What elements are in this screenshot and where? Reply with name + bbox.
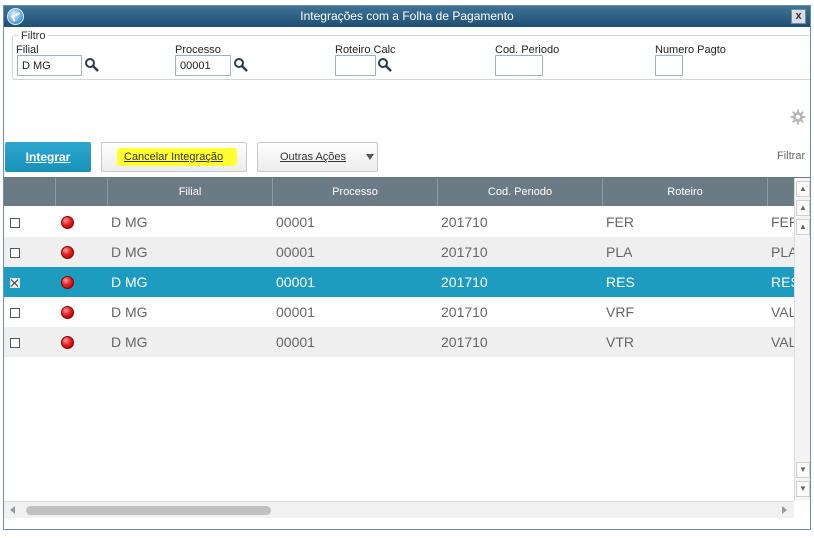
scroll-down-icon[interactable]: ▼ [796,462,810,478]
scroll-top-icon[interactable]: ▲ [796,181,810,197]
cell-roteiro: VRF [606,304,634,320]
header-status-col[interactable] [56,178,108,206]
header-checkbox-col[interactable] [4,178,56,206]
filter-legend: Filtro [18,30,49,42]
cell-processo: 00001 [276,214,315,230]
cell-filial: D MG [111,274,148,290]
gear-icon[interactable] [790,109,806,125]
cell-periodo: 201710 [441,244,488,260]
header-processo[interactable]: Processo [273,178,438,206]
vertical-scrollbar[interactable]: ▲ ▲ ▲ ▼ ▼ [794,178,810,501]
cell-periodo: 201710 [441,304,488,320]
cell-extra: RES [771,274,794,290]
filter-group [12,35,810,80]
table-row-selected[interactable]: D MG 00001 201710 RES RES [4,267,794,297]
filtrar-link[interactable]: Filtrar [777,150,805,162]
cell-extra: PLA [771,244,794,260]
row-checkbox[interactable] [10,248,20,258]
status-red-icon [61,246,74,259]
grid-header: Filial Processo Cod. Periodo Roteiro [4,178,794,206]
cell-filial: D MG [111,304,148,320]
row-checkbox[interactable] [10,218,20,228]
row-checkbox[interactable] [10,308,20,318]
search-icon[interactable] [233,57,249,73]
cell-extra: VAL [771,334,794,350]
scroll-left-icon[interactable] [10,506,15,514]
integrar-button[interactable]: Integrar [5,142,91,172]
cell-filial: D MG [111,244,148,260]
periodo-input[interactable] [495,55,543,76]
status-red-icon [61,336,74,349]
scroll-right-icon[interactable] [782,506,787,514]
window-title: Integrações com a Folha de Pagamento [300,9,514,23]
scroll-up-icon[interactable]: ▲ [796,219,810,235]
cell-processo: 00001 [276,304,315,320]
cell-periodo: 201710 [441,274,488,290]
cancelar-integracao-button[interactable]: Cancelar Integração [101,142,247,172]
table-row[interactable]: D MG 00001 201710 VRF VAL [4,297,794,327]
scroll-page-up-icon[interactable]: ▲ [796,200,810,216]
dialog-window: Integrações com a Folha de Pagamento x F… [3,5,811,530]
cell-processo: 00001 [276,244,315,260]
cell-roteiro: VTR [606,334,634,350]
close-button[interactable]: x [791,9,806,24]
horizontal-scrollbar[interactable] [4,501,794,518]
outras-label: Outras Ações [280,151,347,163]
cell-extra: FER [771,214,794,230]
cell-roteiro: FER [606,214,634,230]
table-row[interactable]: D MG 00001 201710 FER FER [4,207,794,237]
cell-roteiro: PLA [606,244,633,260]
search-icon[interactable] [377,57,393,73]
cell-extra: VAL [771,304,794,320]
cell-processo: 00001 [276,334,315,350]
cell-roteiro: RES [606,274,635,290]
data-grid: Filial Processo Cod. Periodo Roteiro D M… [4,177,810,501]
table-row[interactable]: D MG 00001 201710 VTR VAL [4,327,794,357]
roteiro-input[interactable] [335,55,376,76]
status-red-icon [61,306,74,319]
cell-processo: 00001 [276,274,315,290]
outras-acoes-button[interactable]: Outras Ações [257,142,378,172]
header-extra-col[interactable] [768,178,794,206]
row-checkbox-checked[interactable] [10,278,20,288]
status-red-icon [61,276,74,289]
cancelar-label: Cancelar Integração [124,151,224,163]
cell-periodo: 201710 [441,214,488,230]
header-filial[interactable]: Filial [108,178,273,206]
header-cod-periodo[interactable]: Cod. Periodo [438,178,603,206]
scroll-page-down-icon[interactable]: ▼ [796,481,810,497]
row-checkbox[interactable] [10,338,20,348]
pagto-input[interactable] [655,55,683,76]
cell-periodo: 201710 [441,334,488,350]
processo-input[interactable] [175,55,231,76]
header-roteiro[interactable]: Roteiro [603,178,768,206]
filial-input[interactable] [17,55,82,76]
search-icon[interactable] [84,57,100,73]
integrar-label: Integrar [25,150,71,164]
status-red-icon [61,216,74,229]
table-row[interactable]: D MG 00001 201710 PLA PLA [4,237,794,267]
cell-filial: D MG [111,334,148,350]
cell-filial: D MG [111,214,148,230]
scroll-thumb[interactable] [26,506,271,515]
dropdown-arrow-icon[interactable] [366,154,374,160]
title-bar: Integrações com a Folha de Pagamento x [4,6,810,27]
